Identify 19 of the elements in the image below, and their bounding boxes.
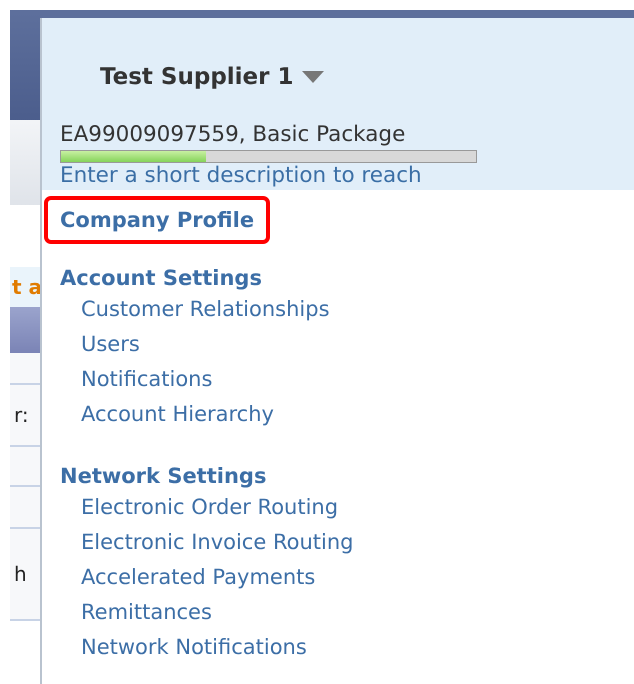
menu-link[interactable]: Accelerated Payments xyxy=(81,560,316,595)
background-text: h xyxy=(13,562,27,586)
supplier-dropdown[interactable]: Test Supplier 1 xyxy=(100,64,324,90)
menu-link[interactable]: Remittances xyxy=(81,595,212,630)
menu-heading-link[interactable]: Company Profile xyxy=(44,196,270,244)
menu-link[interactable]: Users xyxy=(81,327,140,362)
menu-link[interactable]: Notifications xyxy=(81,362,212,397)
menu-link[interactable]: Electronic Order Routing xyxy=(81,490,338,525)
background-text: r: xyxy=(13,403,29,427)
menu-link[interactable]: Customer Relationships xyxy=(81,292,330,327)
menu-link[interactable]: Account Hierarchy xyxy=(81,397,274,432)
menu-link[interactable]: Network Notifications xyxy=(81,630,307,665)
account-text: EA99009097559, Basic Package xyxy=(60,122,406,147)
caret-icon xyxy=(302,71,324,83)
menu-link[interactable]: Electronic Invoice Routing xyxy=(81,525,354,560)
description-link[interactable]: Enter a short description to reach xyxy=(60,163,422,188)
menu-heading-link[interactable]: Account Settings xyxy=(60,264,262,292)
menu-heading-link[interactable]: Network Settings xyxy=(60,462,266,490)
table-header-band xyxy=(10,307,40,353)
